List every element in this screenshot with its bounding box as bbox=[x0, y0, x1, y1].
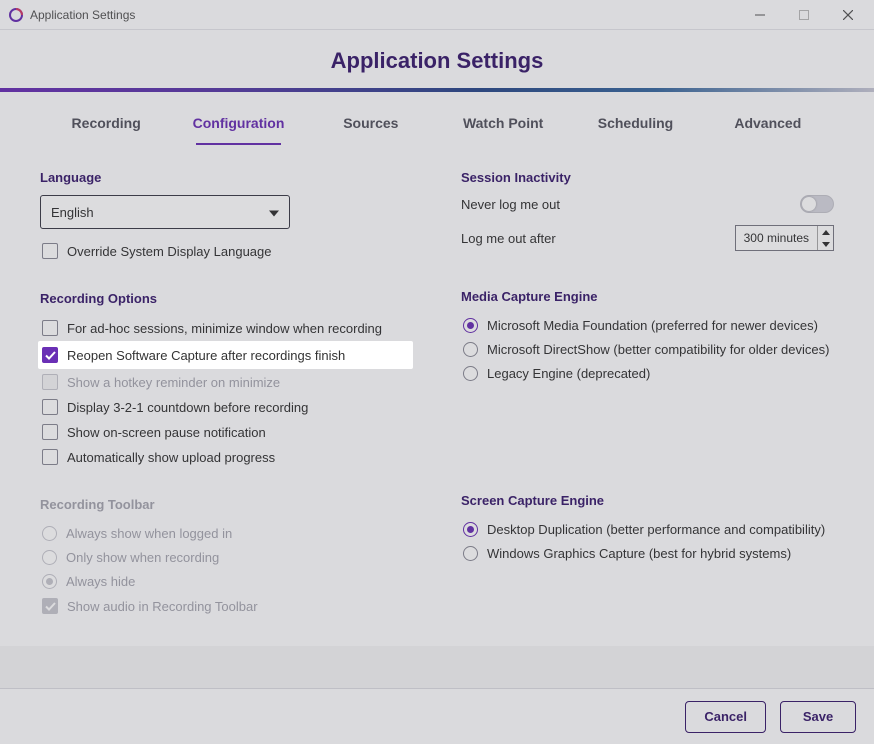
toolbar-always-hide-label: Always hide bbox=[66, 574, 135, 589]
option-minimize-label: For ad-hoc sessions, minimize window whe… bbox=[67, 321, 382, 336]
option-countdown-label: Display 3-2-1 countdown before recording bbox=[67, 400, 308, 415]
toolbar-show-audio-row: Show audio in Recording Toolbar bbox=[40, 594, 413, 618]
checkbox-disabled-icon bbox=[42, 374, 58, 390]
media-legacy-label: Legacy Engine (deprecated) bbox=[487, 366, 650, 381]
never-logout-toggle[interactable] bbox=[800, 195, 834, 213]
logout-after-row: Log me out after 300 minutes bbox=[461, 225, 834, 251]
left-column: Language English Override System Display… bbox=[40, 170, 413, 646]
checkbox-icon bbox=[42, 399, 58, 415]
checkbox-icon bbox=[42, 424, 58, 440]
page-title: Application Settings bbox=[0, 30, 874, 88]
option-hotkey-label: Show a hotkey reminder on minimize bbox=[67, 375, 280, 390]
dropdown-caret-icon bbox=[269, 205, 279, 220]
checkbox-icon bbox=[42, 449, 58, 465]
checkbox-disabled-checked-icon bbox=[42, 598, 58, 614]
radio-icon bbox=[463, 366, 478, 381]
app-logo-icon bbox=[8, 7, 24, 23]
logout-after-spinbox[interactable]: 300 minutes bbox=[735, 225, 834, 251]
option-minimize-row[interactable]: For ad-hoc sessions, minimize window whe… bbox=[40, 316, 413, 340]
right-column: Session Inactivity Never log me out Log … bbox=[461, 170, 834, 646]
logout-after-value: 300 minutes bbox=[736, 226, 817, 250]
window-title: Application Settings bbox=[30, 8, 135, 22]
maximize-button[interactable] bbox=[782, 0, 826, 30]
option-countdown-row[interactable]: Display 3-2-1 countdown before recording bbox=[40, 395, 413, 419]
settings-content: Language English Override System Display… bbox=[0, 146, 874, 646]
logout-after-label: Log me out after bbox=[461, 231, 735, 246]
section-title-recording-toolbar: Recording Toolbar bbox=[40, 497, 413, 512]
screen-dd-row[interactable]: Desktop Duplication (better performance … bbox=[461, 518, 834, 541]
option-pause-notif-row[interactable]: Show on-screen pause notification bbox=[40, 420, 413, 444]
radio-selected-icon bbox=[463, 522, 478, 537]
option-reopen-label: Reopen Software Capture after recordings… bbox=[67, 348, 345, 363]
section-title-language: Language bbox=[40, 170, 413, 185]
toolbar-show-audio-label: Show audio in Recording Toolbar bbox=[67, 599, 258, 614]
media-mmf-row[interactable]: Microsoft Media Foundation (preferred fo… bbox=[461, 314, 834, 337]
radio-icon bbox=[463, 546, 478, 561]
option-hotkey-row: Show a hotkey reminder on minimize bbox=[40, 370, 413, 394]
language-value: English bbox=[51, 205, 94, 220]
option-reopen-row[interactable]: Reopen Software Capture after recordings… bbox=[38, 341, 413, 369]
tab-bar: Recording Configuration Sources Watch Po… bbox=[0, 92, 874, 146]
toolbar-only-recording-row: Only show when recording bbox=[40, 546, 413, 569]
screen-dd-label: Desktop Duplication (better performance … bbox=[487, 522, 825, 537]
section-title-session-inactivity: Session Inactivity bbox=[461, 170, 834, 185]
override-language-label: Override System Display Language bbox=[67, 244, 272, 259]
window-titlebar: Application Settings bbox=[0, 0, 874, 30]
option-upload-progress-row[interactable]: Automatically show upload progress bbox=[40, 445, 413, 469]
section-recording-options: Recording Options For ad-hoc sessions, m… bbox=[40, 291, 413, 469]
checkbox-icon bbox=[42, 320, 58, 336]
tab-advanced[interactable]: Advanced bbox=[702, 99, 834, 145]
media-mmf-label: Microsoft Media Foundation (preferred fo… bbox=[487, 318, 818, 333]
toolbar-always-logged-row: Always show when logged in bbox=[40, 522, 413, 545]
toolbar-always-logged-label: Always show when logged in bbox=[66, 526, 232, 541]
section-title-screen-engine: Screen Capture Engine bbox=[461, 493, 834, 508]
screen-wgc-row[interactable]: Windows Graphics Capture (best for hybri… bbox=[461, 542, 834, 565]
tab-configuration[interactable]: Configuration bbox=[172, 99, 304, 145]
spin-up-button[interactable] bbox=[818, 226, 833, 238]
save-button[interactable]: Save bbox=[780, 701, 856, 733]
section-media-engine: Media Capture Engine Microsoft Media Fou… bbox=[461, 289, 834, 385]
checkbox-checked-icon bbox=[42, 347, 58, 363]
option-upload-progress-label: Automatically show upload progress bbox=[67, 450, 275, 465]
toolbar-always-hide-row: Always hide bbox=[40, 570, 413, 593]
radio-selected-icon bbox=[463, 318, 478, 333]
never-logout-label: Never log me out bbox=[461, 197, 800, 212]
override-language-checkbox-row[interactable]: Override System Display Language bbox=[40, 239, 413, 263]
spin-down-button[interactable] bbox=[818, 238, 833, 250]
spinbox-arrows bbox=[817, 226, 833, 250]
media-legacy-row[interactable]: Legacy Engine (deprecated) bbox=[461, 362, 834, 385]
section-session-inactivity: Session Inactivity Never log me out Log … bbox=[461, 170, 834, 251]
media-directshow-label: Microsoft DirectShow (better compatibili… bbox=[487, 342, 829, 357]
checkbox-icon bbox=[42, 243, 58, 259]
language-select[interactable]: English bbox=[40, 195, 290, 229]
tab-sources[interactable]: Sources bbox=[305, 99, 437, 145]
radio-selected-icon bbox=[42, 574, 57, 589]
section-title-media-engine: Media Capture Engine bbox=[461, 289, 834, 304]
minimize-button[interactable] bbox=[738, 0, 782, 30]
section-title-recording-options: Recording Options bbox=[40, 291, 413, 306]
toolbar-only-recording-label: Only show when recording bbox=[66, 550, 219, 565]
tab-watch-point[interactable]: Watch Point bbox=[437, 99, 569, 145]
screen-wgc-label: Windows Graphics Capture (best for hybri… bbox=[487, 546, 791, 561]
radio-icon bbox=[42, 550, 57, 565]
section-language: Language English Override System Display… bbox=[40, 170, 413, 263]
never-logout-row: Never log me out bbox=[461, 195, 834, 213]
option-pause-notif-label: Show on-screen pause notification bbox=[67, 425, 266, 440]
radio-icon bbox=[42, 526, 57, 541]
tab-recording[interactable]: Recording bbox=[40, 99, 172, 145]
close-button[interactable] bbox=[826, 0, 870, 30]
section-screen-engine: Screen Capture Engine Desktop Duplicatio… bbox=[461, 493, 834, 565]
cancel-button[interactable]: Cancel bbox=[685, 701, 766, 733]
tab-scheduling[interactable]: Scheduling bbox=[569, 99, 701, 145]
section-recording-toolbar: Recording Toolbar Always show when logge… bbox=[40, 497, 413, 618]
media-directshow-row[interactable]: Microsoft DirectShow (better compatibili… bbox=[461, 338, 834, 361]
radio-icon bbox=[463, 342, 478, 357]
dialog-footer: Cancel Save bbox=[0, 688, 874, 744]
